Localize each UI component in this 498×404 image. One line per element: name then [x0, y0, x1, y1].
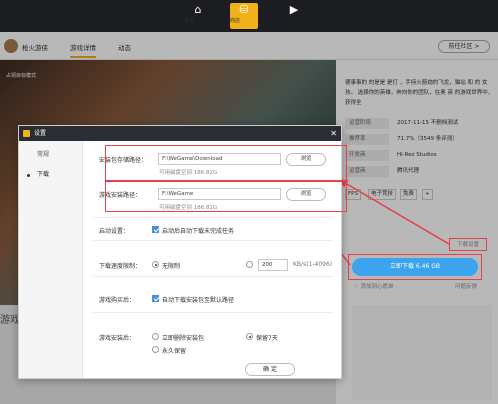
sidebar-item-download[interactable]: 下载: [19, 167, 83, 183]
divider: [93, 312, 333, 313]
auto-download-option: 自动下载安装包至默认路径: [162, 297, 235, 304]
after-install-label: 游戏安装后：: [99, 335, 136, 342]
dialog-title: 设置: [34, 130, 47, 137]
keep-7-days-label: 保留7天: [256, 335, 278, 342]
divider: [93, 217, 333, 218]
delete-package-label: 立即删除安装包: [162, 335, 205, 342]
download-path-highlight: [105, 145, 347, 181]
speed-limited-radio[interactable]: [246, 261, 253, 268]
startup-option: 启动后自动下载未完成任务: [162, 228, 235, 235]
startup-label: 启动设置：: [99, 228, 130, 235]
arrow-to-settings-dialog: [338, 179, 450, 245]
speed-limit-label: 下载速度限制：: [99, 263, 142, 270]
install-path-highlight: [105, 181, 347, 212]
speed-unlimited-label: 无限制: [162, 263, 181, 270]
settings-sidebar: 常规 下载: [19, 141, 83, 378]
dialog-titlebar: 设置 ✕: [19, 126, 341, 141]
keep-forever-label: 永久保留: [162, 348, 187, 355]
speed-unit: KB/s(1-4096): [293, 261, 333, 268]
divider: [93, 276, 333, 277]
divider: [93, 240, 333, 241]
settings-app-icon: [23, 130, 30, 137]
startup-checkbox[interactable]: [152, 226, 159, 233]
speed-limit-input[interactable]: 200: [258, 259, 288, 271]
close-icon[interactable]: ✕: [330, 127, 337, 140]
confirm-button[interactable]: 确 定: [245, 363, 295, 376]
keep-forever-radio[interactable]: [152, 346, 159, 353]
settings-dialog: 设置 ✕ 常规 下载 安装包存储路径： F:\WeGame\Download 浏…: [18, 125, 347, 379]
auto-download-checkbox[interactable]: [152, 295, 159, 302]
delete-package-radio[interactable]: [152, 333, 159, 340]
after-purchase-label: 游戏购买后：: [99, 297, 136, 304]
sidebar-item-general[interactable]: 常规: [19, 147, 83, 163]
speed-unlimited-radio[interactable]: [152, 261, 159, 268]
keep-7-days-radio[interactable]: [246, 333, 253, 340]
